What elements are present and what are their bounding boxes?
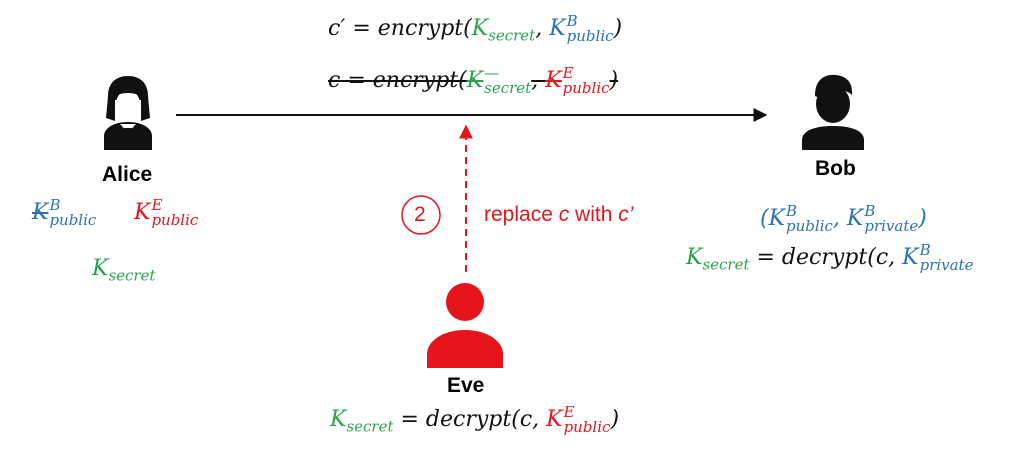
alice-new-public-key: K Epublic [134, 196, 199, 229]
eve-decrypt-equation: Ksecret = decrypt(c, K Epublic) [330, 403, 620, 436]
male-person-icon [802, 74, 864, 150]
bob-public-key: K Bpublic [549, 12, 614, 45]
bob-keypair: (K Bpublic, K Bprivate) [760, 202, 927, 235]
secret-key: Ksecret [471, 16, 536, 45]
ciphertext-original: c [328, 68, 341, 93]
step-number: 2 [414, 203, 426, 226]
person-icon [427, 283, 503, 368]
alice-old-public-key: K Bpublic [32, 196, 97, 229]
female-person-icon [104, 76, 152, 150]
ciphertext-new: c′ [328, 16, 346, 41]
alice-label: Alice [102, 163, 153, 186]
secret-key-struck: K — secret [466, 64, 532, 97]
bob-label: Bob [815, 157, 856, 180]
encrypt-equation-original: c = encrypt(K — secret, K Epublic) [328, 64, 619, 97]
alice-secret-key: Ksecret [92, 256, 156, 285]
eve-label: Eve [447, 374, 485, 397]
step-description: replace c with c’ [484, 203, 634, 226]
eve-public-key-struck: K Epublic [545, 64, 610, 97]
encrypt-equation-new: c′ = encrypt(Ksecret, K Bpublic) [328, 12, 623, 45]
bob-decrypt-equation: Ksecret = decrypt(c, K Bprivate [686, 241, 974, 274]
